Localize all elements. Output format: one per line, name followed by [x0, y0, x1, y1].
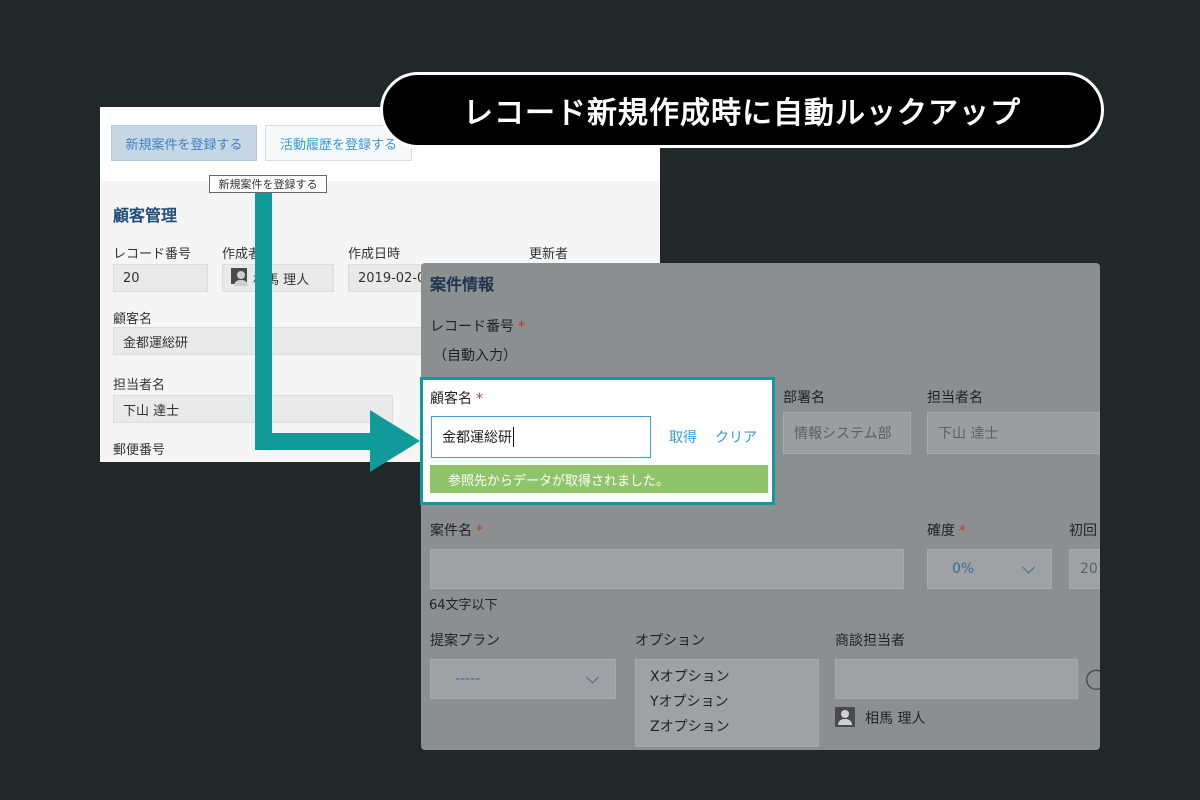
record-no-auto: （自動入力） — [433, 348, 517, 364]
owner-value-front: 下山 達士 — [927, 412, 1100, 454]
dept-label: 部署名 — [783, 390, 825, 406]
arrow-head-icon — [370, 410, 420, 472]
owner-label: 担当者名 — [113, 378, 166, 393]
customer-lookup-highlight: 顧客名 * 金都運総研 取得 クリア 参照先からデータが取得されました。 — [420, 377, 775, 505]
option-label: オプション — [635, 633, 705, 649]
created-at-value: 2019-02-0 — [348, 264, 428, 292]
plan-select[interactable]: ----- — [430, 659, 616, 699]
creator-value: 相馬 理人 — [222, 264, 334, 292]
arrow-horizontal — [255, 433, 375, 450]
negotiator-input[interactable] — [835, 659, 1078, 699]
arrow-vertical — [255, 193, 272, 450]
zip-label: 郵便番号 — [113, 443, 166, 458]
record-no-label: レコード番号 — [113, 247, 192, 262]
certainty-value: 0% — [952, 561, 975, 577]
user-icon — [231, 268, 248, 286]
option-x[interactable]: Xオプション — [650, 666, 730, 686]
lookup-label: 顧客名 * — [430, 391, 483, 407]
plan-value: ----- — [455, 671, 481, 687]
chevron-down-icon — [586, 670, 599, 684]
first-date-input[interactable]: 201 — [1069, 549, 1100, 589]
section-title: 顧客管理 — [113, 206, 178, 225]
plan-label: 提案プラン — [430, 633, 500, 649]
text-caret — [513, 427, 514, 447]
headline-banner: レコード新規作成時に自動ルックアップ — [380, 72, 1104, 148]
case-info-title: 案件情報 — [430, 275, 495, 294]
lookup-input-value: 金都運総研 — [442, 430, 512, 446]
search-icon[interactable]: ◯ — [1085, 666, 1100, 690]
first-label: 初回 — [1069, 523, 1097, 539]
option-y[interactable]: Yオプション — [650, 691, 729, 711]
register-case-button[interactable]: 新規案件を登録する — [111, 125, 257, 161]
get-button[interactable]: 取得 — [669, 427, 697, 447]
tooltip: 新規案件を登録する — [209, 175, 327, 193]
chevron-down-icon — [1022, 560, 1035, 574]
record-no-value: 20 — [113, 264, 208, 292]
certainty-select[interactable]: 0% — [927, 549, 1052, 589]
case-name-hint: 64文字以下 — [429, 598, 498, 613]
record-no-label-front: レコード番号 * — [430, 319, 525, 335]
case-info-panel: 案件情報 レコード番号 * （自動入力） 部署名 情報システム部 担当者名 下山 … — [421, 263, 1100, 750]
created-at-label: 作成日時 — [348, 247, 401, 262]
updater-label: 更新者 — [529, 247, 569, 262]
certainty-label: 確度 * — [927, 523, 966, 539]
case-name-input[interactable] — [430, 549, 904, 589]
dept-value: 情報システム部 — [783, 412, 911, 454]
option-list[interactable]: Xオプション Yオプション Zオプション — [635, 659, 819, 747]
owner-value: 下山 達士 — [113, 395, 393, 423]
negotiator-user: 相馬 理人 — [865, 711, 926, 727]
negotiator-label: 商談担当者 — [835, 633, 905, 649]
clear-button[interactable]: クリア — [715, 427, 757, 447]
lookup-success-message: 参照先からデータが取得されました。 — [430, 465, 768, 493]
option-z[interactable]: Zオプション — [650, 716, 730, 736]
case-name-label: 案件名 * — [430, 523, 483, 539]
owner-label-front: 担当者名 — [927, 390, 983, 406]
customer-label: 顧客名 — [113, 312, 153, 327]
customer-lookup-input[interactable]: 金都運総研 — [431, 416, 651, 458]
user-icon — [835, 707, 855, 727]
